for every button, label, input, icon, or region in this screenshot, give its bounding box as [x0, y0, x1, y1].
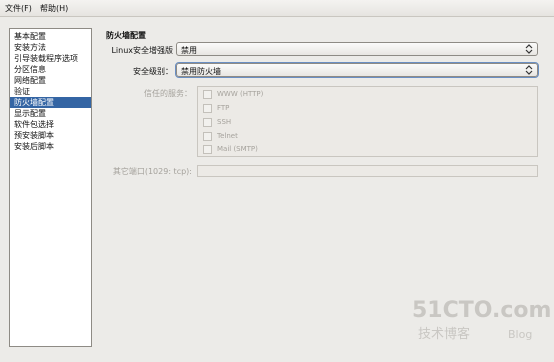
service-ftp-label: FTP	[217, 104, 230, 112]
checkbox-icon	[203, 90, 212, 99]
trusted-services-label: 信任的服务：	[144, 89, 192, 98]
service-mail-label: Mail (SMTP)	[217, 145, 258, 153]
sidebar-item-authentication[interactable]: 验证	[10, 86, 91, 97]
checkbox-icon	[203, 132, 212, 141]
sidebar-item-bootloader-options[interactable]: 引导装载程序选项	[10, 53, 91, 64]
sidebar-item-partition-info[interactable]: 分区信息	[10, 64, 91, 75]
other-ports-input[interactable]	[197, 165, 538, 177]
security-level-select[interactable]: 禁用防火墙	[175, 62, 539, 78]
selinux-label: Linux安全增强版	[111, 46, 173, 55]
updown-arrows-icon	[525, 44, 533, 54]
site-watermark: 51CTO.com 技术博客 Blog	[412, 298, 550, 342]
security-level-value: 禁用防火墙	[181, 67, 221, 76]
other-ports-label: 其它端口(1029: tcp):	[112, 167, 192, 176]
menu-file[interactable]: 文件(F)	[5, 3, 32, 14]
sidebar-item-post-install-script[interactable]: 安装后脚本	[10, 141, 91, 152]
watermark-sub: 技术博客	[418, 326, 470, 342]
watermark-brand: 51CTO.com	[412, 298, 550, 323]
trusted-services-box: WWW (HTTP) FTP SSH Telnet Mail (SMTP)	[197, 86, 538, 157]
checkbox-icon	[203, 145, 212, 154]
menu-bar: 文件(F) 帮助(H)	[0, 0, 554, 17]
firewall-section-title: 防火墙配置	[106, 31, 146, 40]
service-ssh-label: SSH	[217, 118, 232, 126]
service-telnet-label: Telnet	[217, 132, 238, 140]
watermark-blog: Blog	[508, 328, 532, 341]
updown-arrows-icon	[525, 65, 533, 75]
category-list: 基本配置 安装方法 引导装载程序选项 分区信息 网络配置 验证 防火墙配置 显示…	[9, 28, 92, 347]
sidebar-item-package-selection[interactable]: 软件包选择	[10, 119, 91, 130]
service-www-label: WWW (HTTP)	[217, 90, 264, 98]
sidebar-item-display-config[interactable]: 显示配置	[10, 108, 91, 119]
selinux-select[interactable]: 禁用	[176, 42, 538, 56]
menu-help[interactable]: 帮助(H)	[40, 3, 68, 14]
sidebar-item-basic-config[interactable]: 基本配置	[10, 31, 91, 42]
sidebar-item-install-method[interactable]: 安装方法	[10, 42, 91, 53]
checkbox-icon	[203, 104, 212, 113]
sidebar-item-firewall-config[interactable]: 防火墙配置	[10, 97, 91, 108]
selinux-select-value: 禁用	[181, 46, 197, 55]
checkbox-icon	[203, 118, 212, 127]
security-level-label: 安全级别：	[133, 67, 173, 76]
sidebar-item-pre-install-script[interactable]: 预安装脚本	[10, 130, 91, 141]
sidebar-item-network-config[interactable]: 网络配置	[10, 75, 91, 86]
